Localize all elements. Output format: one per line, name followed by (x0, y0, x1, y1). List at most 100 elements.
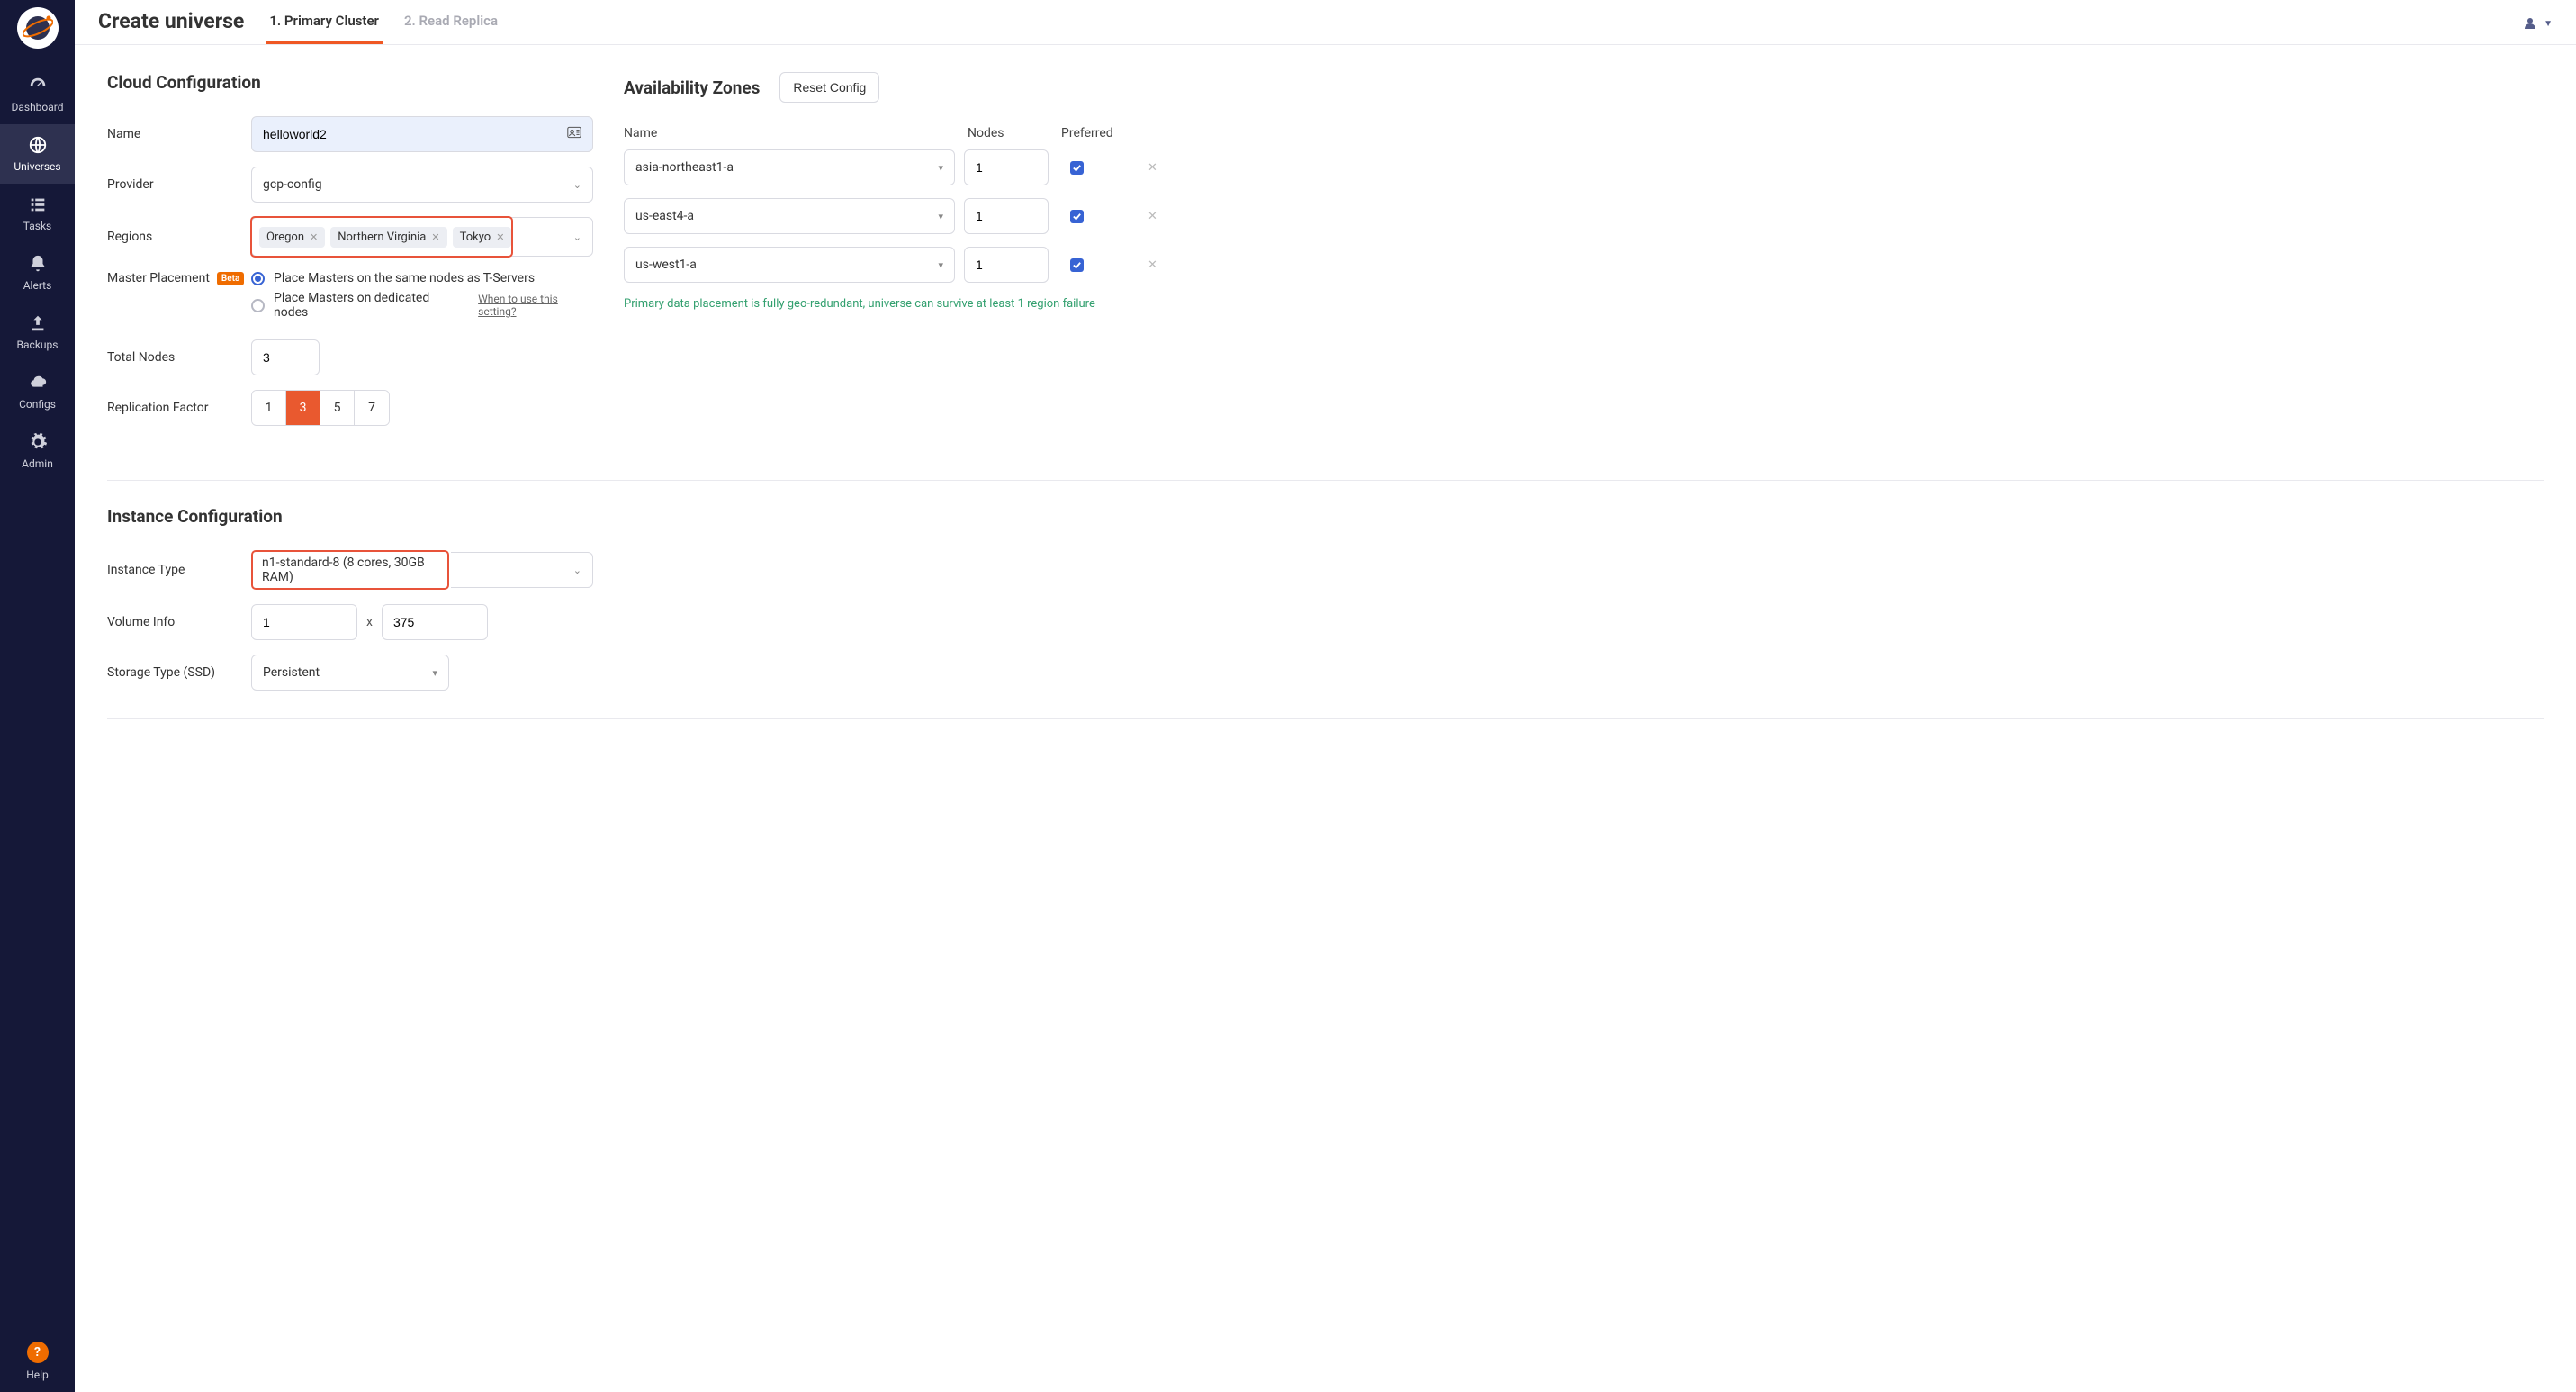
chevron-down-icon: ⌄ (573, 231, 585, 243)
nav-label: Backups (17, 339, 59, 351)
az-nodes-input[interactable] (964, 149, 1049, 185)
az-remove-icon[interactable]: ✕ (1139, 258, 1166, 272)
volume-separator: x (366, 615, 373, 629)
reset-config-button[interactable]: Reset Config (779, 72, 879, 103)
label-total-nodes: Total Nodes (107, 350, 251, 365)
az-name-select[interactable]: us-east4-a▾ (624, 198, 955, 234)
nav-alerts[interactable]: Alerts (0, 243, 75, 303)
label-regions: Regions (107, 230, 251, 244)
radio-icon (251, 272, 265, 285)
regions-select[interactable]: Oregon✕ Northern Virginia✕ Tokyo✕ ⌄ (251, 217, 593, 257)
user-icon (2522, 15, 2538, 32)
provider-select[interactable]: gcp-config ⌄ (251, 167, 593, 203)
cloud-icon (28, 373, 48, 393)
instance-config-heading: Instance Configuration (107, 506, 283, 527)
nav-configs[interactable]: Configs (0, 362, 75, 421)
instance-type-highlight: n1-standard-8 (8 cores, 30GB RAM) (251, 550, 449, 590)
nav-tasks[interactable]: Tasks (0, 184, 75, 243)
page-title: Create universe (98, 9, 244, 44)
chevron-down-icon: ⌄ (573, 565, 581, 576)
nav-label: Tasks (23, 220, 52, 232)
az-heading: Availability Zones (624, 77, 760, 98)
help-icon: ? (27, 1342, 49, 1363)
rf-option-3[interactable]: 3 (286, 391, 320, 425)
region-chip: Northern Virginia✕ (330, 227, 446, 248)
radio-colocated[interactable]: Place Masters on the same nodes as T-Ser… (251, 271, 593, 285)
total-nodes-input[interactable] (251, 339, 320, 375)
az-row: us-east4-a▾ ✕ (624, 198, 1200, 234)
nav-label: Dashboard (11, 101, 63, 113)
label-master-placement: Master Placement Beta (107, 271, 251, 285)
name-input[interactable] (263, 127, 567, 141)
nav-label: Admin (22, 457, 53, 470)
topbar: Create universe 1. Primary Cluster 2. Re… (75, 0, 2576, 45)
nav-universes[interactable]: Universes (0, 124, 75, 184)
nav-label: Alerts (23, 279, 52, 292)
nav-dashboard[interactable]: Dashboard (0, 65, 75, 124)
remove-region-icon[interactable]: ✕ (431, 231, 439, 243)
region-chip: Oregon✕ (259, 227, 325, 248)
rf-segmented: 1 3 5 7 (251, 390, 390, 426)
instance-type-value: n1-standard-8 (8 cores, 30GB RAM) (262, 556, 438, 584)
nav-help[interactable]: ? Help (0, 1331, 75, 1392)
remove-region-icon[interactable]: ✕ (496, 231, 504, 243)
gear-icon (28, 432, 48, 452)
nav-admin[interactable]: Admin (0, 421, 75, 481)
az-preferred-checkbox[interactable] (1070, 161, 1084, 175)
divider (107, 718, 2544, 719)
placement-status: Primary data placement is fully geo-redu… (624, 297, 1200, 311)
contact-icon (567, 126, 581, 142)
az-header-preferred: Preferred (1049, 126, 1135, 140)
nav-label: Configs (19, 398, 56, 411)
tab-read-replica[interactable]: 2. Read Replica (401, 13, 501, 44)
storage-type-value: Persistent (263, 665, 320, 680)
chevron-down-icon: ⌄ (573, 179, 581, 191)
gauge-icon (28, 76, 48, 95)
az-table-headers: Name Nodes Preferred (624, 126, 1200, 140)
chevron-down-icon: ▾ (938, 259, 943, 271)
az-name-select[interactable]: asia-northeast1-a▾ (624, 149, 955, 185)
az-preferred-checkbox[interactable] (1070, 210, 1084, 223)
tab-primary-cluster[interactable]: 1. Primary Cluster (266, 13, 383, 44)
sidebar: Dashboard Universes Tasks Alerts Backups… (0, 0, 75, 1392)
rf-option-7[interactable]: 7 (355, 391, 389, 425)
divider (107, 480, 2544, 481)
volume-count-input[interactable] (251, 604, 357, 640)
upload-icon (28, 313, 48, 333)
az-remove-icon[interactable]: ✕ (1139, 161, 1166, 175)
logo (17, 7, 59, 49)
volume-size-input[interactable] (382, 604, 488, 640)
user-menu[interactable]: ▼ (2522, 15, 2553, 44)
az-header-nodes: Nodes (964, 126, 1049, 140)
name-input-wrap (251, 116, 593, 152)
az-row: asia-northeast1-a▾ ✕ (624, 149, 1200, 185)
bell-icon (28, 254, 48, 274)
az-nodes-input[interactable] (964, 247, 1049, 283)
az-remove-icon[interactable]: ✕ (1139, 210, 1166, 223)
radio-dedicated[interactable]: Place Masters on dedicated nodes When to… (251, 291, 593, 320)
instance-type-select[interactable]: ⌄ (451, 552, 593, 588)
label-provider: Provider (107, 177, 251, 192)
rf-option-1[interactable]: 1 (252, 391, 286, 425)
list-icon (28, 194, 48, 214)
nav-backups[interactable]: Backups (0, 303, 75, 362)
az-name-select[interactable]: us-west1-a▾ (624, 247, 955, 283)
az-nodes-input[interactable] (964, 198, 1049, 234)
label-name: Name (107, 127, 251, 141)
label-rf: Replication Factor (107, 401, 251, 415)
az-header-name: Name (624, 126, 964, 140)
cloud-config-heading: Cloud Configuration (107, 72, 261, 93)
remove-region-icon[interactable]: ✕ (310, 231, 318, 243)
planet-icon (23, 13, 53, 43)
provider-value: gcp-config (263, 177, 322, 192)
chevron-down-icon: ▼ (2544, 19, 2553, 29)
radio-icon (251, 299, 265, 312)
chevron-down-icon: ▾ (432, 667, 437, 679)
nav-label: Help (26, 1369, 49, 1381)
region-chip: Tokyo✕ (453, 227, 512, 248)
help-link[interactable]: When to use this setting? (478, 293, 593, 318)
storage-type-select[interactable]: Persistent ▾ (251, 655, 449, 691)
rf-option-5[interactable]: 5 (320, 391, 355, 425)
label-volume-info: Volume Info (107, 615, 251, 629)
az-preferred-checkbox[interactable] (1070, 258, 1084, 272)
